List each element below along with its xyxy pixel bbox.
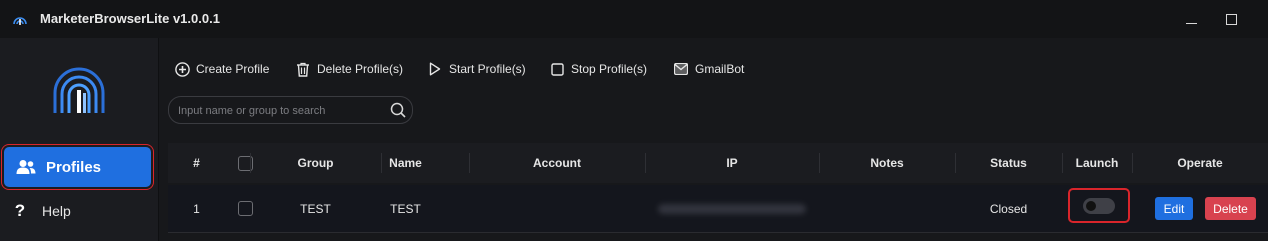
question-icon: ? <box>14 201 26 220</box>
create-profile-button[interactable]: Create Profile <box>174 58 269 80</box>
column-header-index: # <box>193 156 200 170</box>
toggle-knob <box>1086 200 1096 211</box>
launch-highlight <box>1068 188 1130 223</box>
ip-redacted <box>658 203 806 214</box>
column-header-account: Account <box>533 156 581 170</box>
row-status: Closed <box>989 201 1028 216</box>
sidebar-item-label: Help <box>42 203 71 219</box>
title-bar: MarketerBrowserLite v1.0.0.1 <box>0 0 1268 38</box>
table-row: 1 TEST TEST Closed Edit Delete <box>168 185 1268 233</box>
stop-icon <box>549 61 565 77</box>
sidebar-item-help[interactable]: ? Help <box>10 199 71 223</box>
start-profiles-label: Start Profile(s) <box>449 62 526 76</box>
plus-circle-icon <box>174 61 190 77</box>
delete-profiles-button[interactable]: Delete Profile(s) <box>295 58 403 80</box>
app-logo-icon <box>13 17 27 25</box>
sidebar-item-label: Profiles <box>46 158 102 176</box>
maximize-button[interactable] <box>1220 8 1242 30</box>
row-name: TEST <box>390 201 421 216</box>
users-icon <box>16 158 38 176</box>
launch-toggle[interactable] <box>1083 197 1115 214</box>
column-header-ip: IP <box>726 156 738 170</box>
delete-button[interactable]: Delete <box>1205 197 1256 220</box>
row-account <box>469 185 645 232</box>
minimize-button[interactable] <box>1180 8 1202 30</box>
gmailbot-label: GmailBot <box>695 62 745 76</box>
create-profile-label: Create Profile <box>196 62 270 76</box>
row-notes <box>819 185 955 232</box>
column-header-notes: Notes <box>870 156 904 170</box>
delete-profiles-label: Delete Profile(s) <box>317 62 404 76</box>
stop-profiles-label: Stop Profile(s) <box>571 62 648 76</box>
column-header-status: Status <box>990 156 1027 170</box>
search-box <box>168 96 413 124</box>
window-title: MarketerBrowserLite v1.0.0.1 <box>40 11 220 26</box>
column-header-name: Name <box>389 156 422 170</box>
brand-logo <box>53 67 105 113</box>
mail-icon <box>673 61 689 77</box>
trash-icon <box>295 61 311 77</box>
row-index: 1 <box>193 201 200 216</box>
gmailbot-button[interactable]: GmailBot <box>673 58 744 80</box>
table-header: # Group Name Account IP Notes Status Lau… <box>168 143 1268 183</box>
minimize-icon <box>1185 22 1197 24</box>
search-input[interactable] <box>176 101 390 121</box>
column-header-launch: Launch <box>1075 156 1119 170</box>
main-panel: Create Profile Delete Profile(s) Start P… <box>159 38 1268 241</box>
sidebar-item-profiles[interactable]: Profiles <box>4 147 151 187</box>
column-header-operate: Operate <box>1177 156 1223 170</box>
sidebar: Profiles ? Help <box>0 38 159 241</box>
row-ip <box>645 185 819 232</box>
stop-profiles-button[interactable]: Stop Profile(s) <box>549 58 647 80</box>
maximize-icon <box>1225 13 1237 25</box>
edit-button[interactable]: Edit <box>1155 197 1193 220</box>
search-icon[interactable] <box>390 102 406 118</box>
play-icon <box>427 61 443 77</box>
start-profiles-button[interactable]: Start Profile(s) <box>427 58 526 80</box>
